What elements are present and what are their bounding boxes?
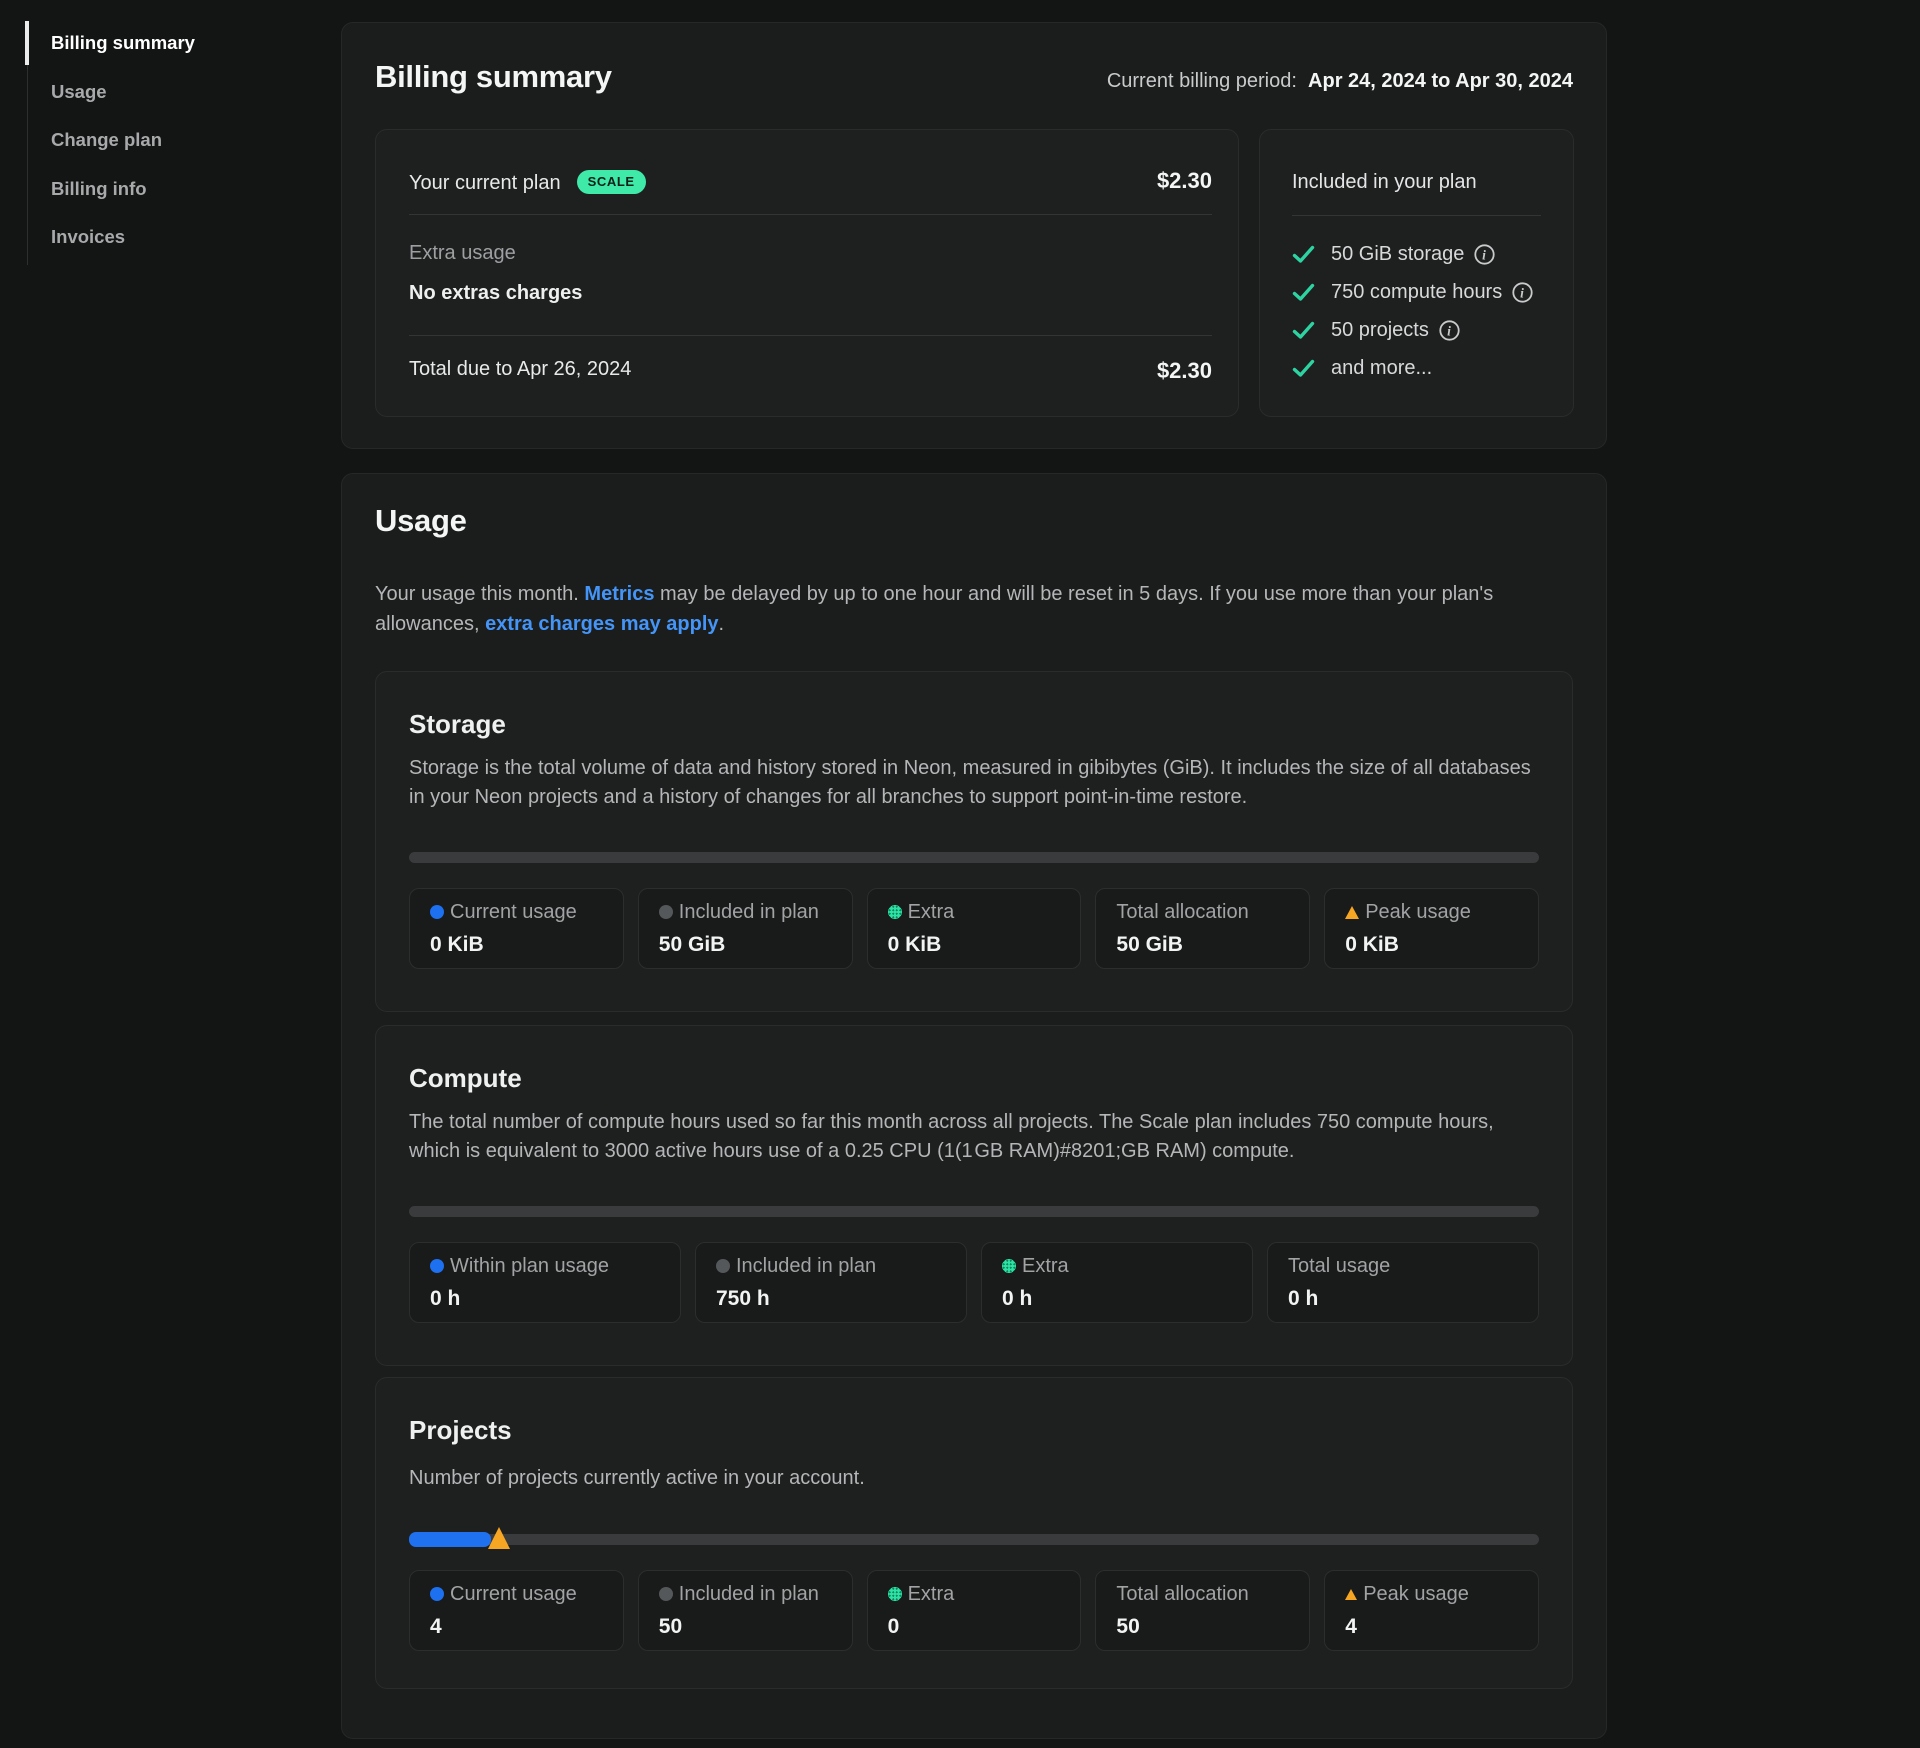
svg-text:i: i — [1447, 323, 1451, 338]
svg-text:i: i — [1483, 247, 1487, 262]
svg-text:i: i — [1520, 285, 1524, 300]
